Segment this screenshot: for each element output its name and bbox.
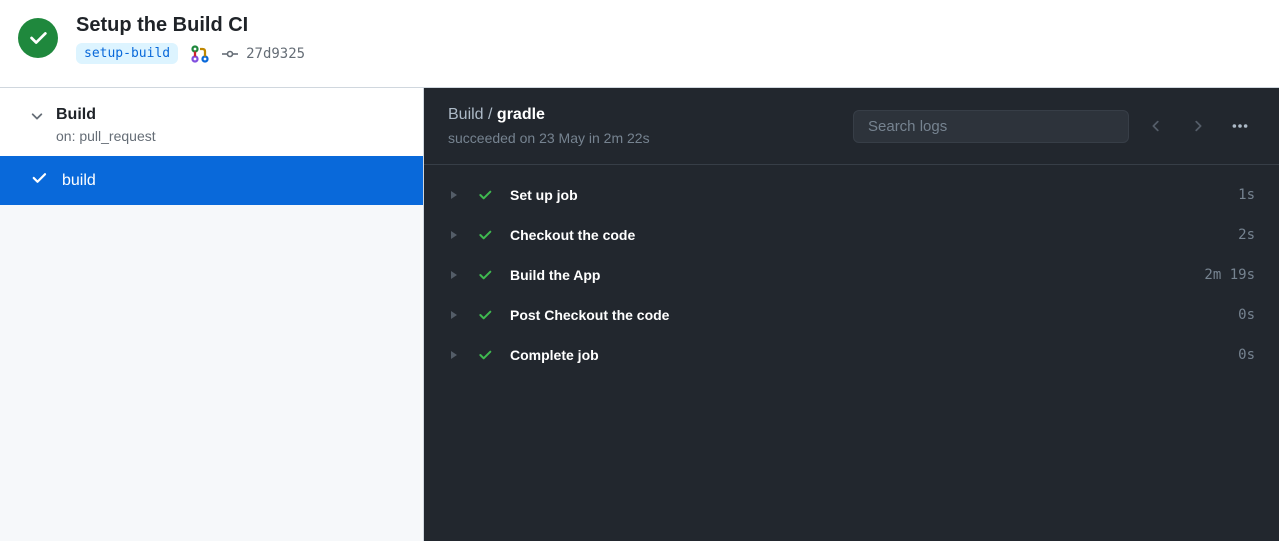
expand-icon [448, 309, 460, 321]
workflow-header[interactable]: Build on: pull_request [0, 88, 423, 156]
check-icon [476, 226, 494, 244]
page-header: Setup the Build CI setup-build 27d93 [0, 0, 1279, 88]
expand-icon [448, 189, 460, 201]
step-duration: 2s [1238, 227, 1255, 243]
step-duration: 2m 19s [1204, 267, 1255, 283]
prev-button[interactable] [1141, 111, 1171, 141]
check-icon [476, 186, 494, 204]
step-row[interactable]: Build the App 2m 19s [424, 255, 1279, 295]
step-row[interactable]: Set up job 1s [424, 175, 1279, 215]
status-success-icon [18, 18, 58, 58]
step-duration: 0s [1238, 307, 1255, 323]
step-name: Build the App [510, 267, 1188, 283]
steps-list: Set up job 1s Checkout the code 2s [424, 165, 1279, 385]
check-icon [476, 266, 494, 284]
branch-tag[interactable]: setup-build [76, 43, 178, 64]
log-panel: Build / gradle succeeded on 23 May in 2m… [424, 88, 1279, 541]
check-icon [476, 306, 494, 324]
pull-request-icon [190, 44, 210, 64]
step-duration: 0s [1238, 347, 1255, 363]
step-name: Post Checkout the code [510, 307, 1222, 323]
check-icon [476, 346, 494, 364]
job-status-text: succeeded on 23 May in 2m 22s [448, 130, 841, 146]
sidebar: Build on: pull_request build [0, 88, 424, 541]
step-row[interactable]: Checkout the code 2s [424, 215, 1279, 255]
sidebar-job-build[interactable]: build [0, 156, 423, 205]
page-title: Setup the Build CI [76, 14, 305, 37]
step-name: Checkout the code [510, 227, 1222, 243]
more-menu-button[interactable] [1225, 111, 1255, 141]
step-name: Complete job [510, 347, 1222, 363]
workflow-name: Build [56, 106, 156, 124]
breadcrumb: Build / gradle [448, 106, 841, 124]
search-logs-input[interactable] [853, 110, 1129, 143]
commit-sha: 27d9325 [246, 46, 305, 62]
check-icon [30, 169, 48, 192]
step-row[interactable]: Complete job 0s [424, 335, 1279, 375]
workflow-event: on: pull_request [56, 128, 156, 144]
commit-ref[interactable]: 27d9325 [222, 46, 305, 62]
commit-icon [222, 46, 238, 62]
next-button[interactable] [1183, 111, 1213, 141]
step-row[interactable]: Post Checkout the code 0s [424, 295, 1279, 335]
expand-icon [448, 269, 460, 281]
step-duration: 1s [1238, 187, 1255, 203]
step-name: Set up job [510, 187, 1222, 203]
expand-icon [448, 349, 460, 361]
chevron-down-icon [30, 109, 44, 126]
expand-icon [448, 229, 460, 241]
sidebar-job-label: build [62, 172, 96, 190]
